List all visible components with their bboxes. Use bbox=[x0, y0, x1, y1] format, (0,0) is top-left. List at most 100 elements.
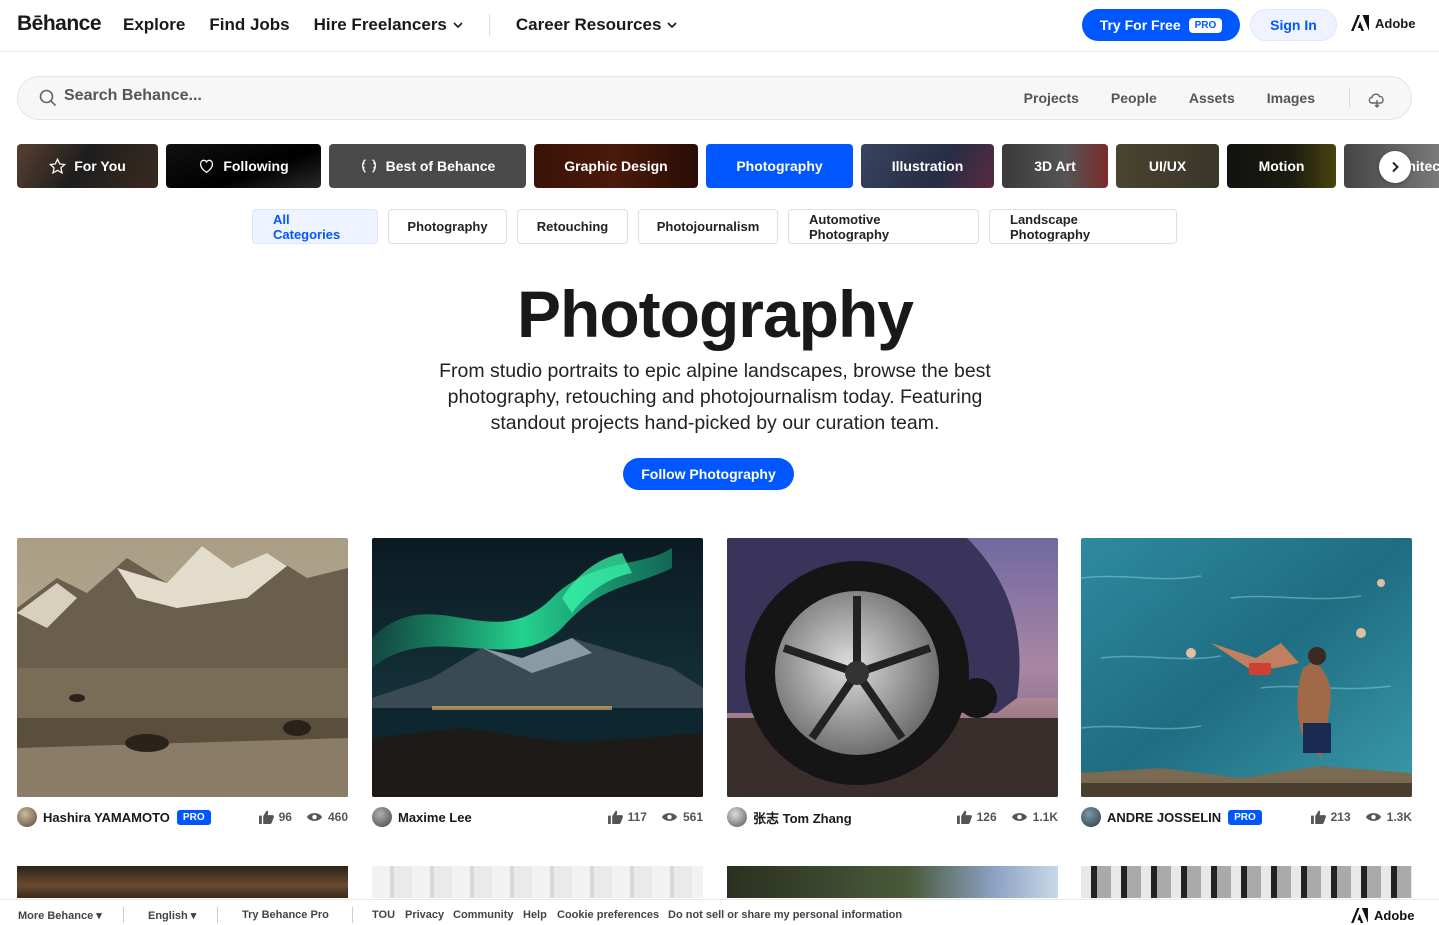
project-thumbnail[interactable] bbox=[1081, 538, 1412, 797]
project-stats: 126 1.1K bbox=[956, 810, 1058, 824]
try-for-free-button[interactable]: Try For Free PRO bbox=[1082, 9, 1240, 41]
thumbs-up-icon bbox=[956, 810, 972, 824]
footer-cookie-preferences[interactable]: Cookie preferences bbox=[557, 909, 659, 921]
search-bar: Projects People Assets Images bbox=[17, 76, 1412, 120]
footer-link-label: More Behance bbox=[18, 910, 94, 922]
thumbs-up-icon bbox=[1310, 810, 1326, 824]
owner-name[interactable]: 张志 Tom Zhang bbox=[753, 808, 852, 827]
subcategory-landscape-photography[interactable]: Landscape Photography bbox=[989, 209, 1177, 244]
category-carousel: For You Following Best of Behance Graphi… bbox=[17, 144, 1439, 188]
subcategory-retouching[interactable]: Retouching bbox=[517, 209, 628, 244]
behance-logo[interactable]: Bēhance bbox=[17, 12, 102, 36]
nav-divider bbox=[488, 14, 490, 36]
project-card: Maxime Lee 117 561 bbox=[372, 538, 703, 827]
owner-name[interactable]: ANDRE JOSSELIN bbox=[1107, 810, 1221, 825]
subcategory-photography[interactable]: Photography bbox=[388, 209, 507, 244]
subcategory-filters: All Categories Photography Retouching Ph… bbox=[252, 209, 1177, 244]
project-thumbnail[interactable] bbox=[372, 538, 703, 797]
project-meta: Hashira YAMAMOTO PRO 96 460 bbox=[17, 807, 348, 827]
search-tab-images[interactable]: Images bbox=[1267, 90, 1315, 106]
project-thumbnail[interactable] bbox=[17, 866, 348, 898]
category-3d-art[interactable]: 3D Art bbox=[1002, 144, 1108, 188]
footer-bar: More Behance ▾ English ▾ Try Behance Pro… bbox=[0, 899, 1439, 925]
project-meta: ANDRE JOSSELIN PRO 213 1.3K bbox=[1081, 807, 1412, 827]
project-stats: 213 1.3K bbox=[1310, 810, 1412, 824]
category-motion[interactable]: Motion bbox=[1227, 144, 1336, 188]
adobe-logo-icon bbox=[1351, 15, 1369, 31]
nav-hire-freelancers[interactable]: Hire Freelancers bbox=[314, 15, 463, 35]
nav-explore[interactable]: Explore bbox=[123, 15, 185, 35]
category-best-of-behance[interactable]: Best of Behance bbox=[329, 144, 526, 188]
heart-icon bbox=[200, 159, 214, 174]
footer-help[interactable]: Help bbox=[523, 909, 547, 921]
project-thumbnail[interactable] bbox=[1081, 866, 1412, 898]
like-count: 117 bbox=[627, 810, 647, 824]
car-wheel-image bbox=[727, 538, 1058, 797]
footer-try-pro[interactable]: Try Behance Pro bbox=[242, 909, 329, 921]
project-meta: 张志 Tom Zhang 126 1.1K bbox=[727, 807, 1058, 827]
search-tab-projects[interactable]: Projects bbox=[1024, 90, 1079, 106]
project-card: Hashira YAMAMOTO PRO 96 460 bbox=[17, 538, 348, 827]
footer-do-not-sell[interactable]: Do not sell or share my personal informa… bbox=[668, 909, 902, 921]
carousel-next-button[interactable] bbox=[1379, 151, 1411, 183]
mountain-horses-image bbox=[17, 538, 348, 797]
nav-find-jobs-label: Find Jobs bbox=[209, 15, 290, 34]
page-title: Photography bbox=[517, 277, 914, 351]
view-count: 1.3K bbox=[1386, 810, 1412, 824]
adobe-label: Adobe bbox=[1374, 908, 1415, 923]
project-thumbnail[interactable] bbox=[727, 866, 1058, 898]
project-thumbnail[interactable] bbox=[17, 538, 348, 797]
view-count: 561 bbox=[682, 810, 703, 824]
eye-icon bbox=[661, 813, 678, 821]
category-illustration[interactable]: Illustration bbox=[861, 144, 994, 188]
eye-icon bbox=[306, 813, 323, 821]
sign-in-button[interactable]: Sign In bbox=[1250, 9, 1337, 41]
search-tab-people[interactable]: People bbox=[1111, 90, 1157, 106]
category-following[interactable]: Following bbox=[166, 144, 321, 188]
owner-name[interactable]: Hashira YAMAMOTO bbox=[43, 810, 170, 825]
footer-more-behance[interactable]: More Behance ▾ bbox=[18, 909, 102, 922]
project-thumbnail[interactable] bbox=[372, 866, 703, 898]
project-card: ANDRE JOSSELIN PRO 213 1.3K bbox=[1081, 538, 1412, 827]
footer-community[interactable]: Community bbox=[453, 909, 514, 921]
nav-hire-freelancers-label: Hire Freelancers bbox=[313, 15, 447, 34]
owner-name[interactable]: Maxime Lee bbox=[398, 810, 472, 825]
search-tab-assets[interactable]: Assets bbox=[1189, 90, 1235, 106]
subcategory-all[interactable]: All Categories bbox=[252, 209, 378, 244]
footer-tou[interactable]: TOU bbox=[372, 909, 395, 921]
category-photography[interactable]: Photography bbox=[706, 144, 853, 188]
like-count: 96 bbox=[278, 810, 292, 824]
search-input[interactable] bbox=[64, 87, 564, 105]
project-stats: 96 460 bbox=[258, 810, 348, 824]
nav-career-resources[interactable]: Career Resources bbox=[516, 15, 678, 35]
footer-divider bbox=[217, 907, 218, 923]
nav-find-jobs[interactable]: Find Jobs bbox=[209, 15, 289, 35]
footer-privacy[interactable]: Privacy bbox=[405, 909, 444, 921]
pro-badge: PRO bbox=[176, 809, 211, 825]
avatar[interactable] bbox=[372, 807, 392, 827]
image-search-icon[interactable] bbox=[1367, 89, 1387, 109]
footer-divider bbox=[352, 907, 353, 923]
chevron-down-icon bbox=[667, 22, 677, 29]
adobe-link[interactable]: Adobe bbox=[1351, 15, 1415, 31]
laurel-icon bbox=[361, 159, 376, 173]
category-label: 3D Art bbox=[1034, 158, 1076, 174]
category-graphic-design[interactable]: Graphic Design bbox=[534, 144, 698, 188]
lake-jump-image bbox=[1081, 538, 1412, 797]
eye-icon bbox=[1011, 813, 1027, 821]
project-thumbnail[interactable] bbox=[727, 538, 1058, 797]
search-scope-tabs: Projects People Assets Images bbox=[1024, 90, 1315, 106]
subcategory-photojournalism[interactable]: Photojournalism bbox=[638, 209, 778, 244]
subcategory-automotive-photography[interactable]: Automotive Photography bbox=[788, 209, 979, 244]
category-label: Graphic Design bbox=[564, 158, 668, 174]
category-for-you[interactable]: For You bbox=[17, 144, 158, 188]
category-label: Motion bbox=[1258, 158, 1305, 174]
avatar[interactable] bbox=[1081, 807, 1101, 827]
avatar[interactable] bbox=[17, 807, 37, 827]
avatar[interactable] bbox=[727, 807, 747, 827]
follow-photography-button[interactable]: Follow Photography bbox=[623, 458, 794, 490]
footer-adobe-link[interactable]: Adobe bbox=[1351, 908, 1414, 923]
project-card: 张志 Tom Zhang 126 1.1K bbox=[727, 538, 1058, 827]
footer-language[interactable]: English ▾ bbox=[148, 909, 196, 922]
category-ui-ux[interactable]: UI/UX bbox=[1116, 144, 1219, 188]
